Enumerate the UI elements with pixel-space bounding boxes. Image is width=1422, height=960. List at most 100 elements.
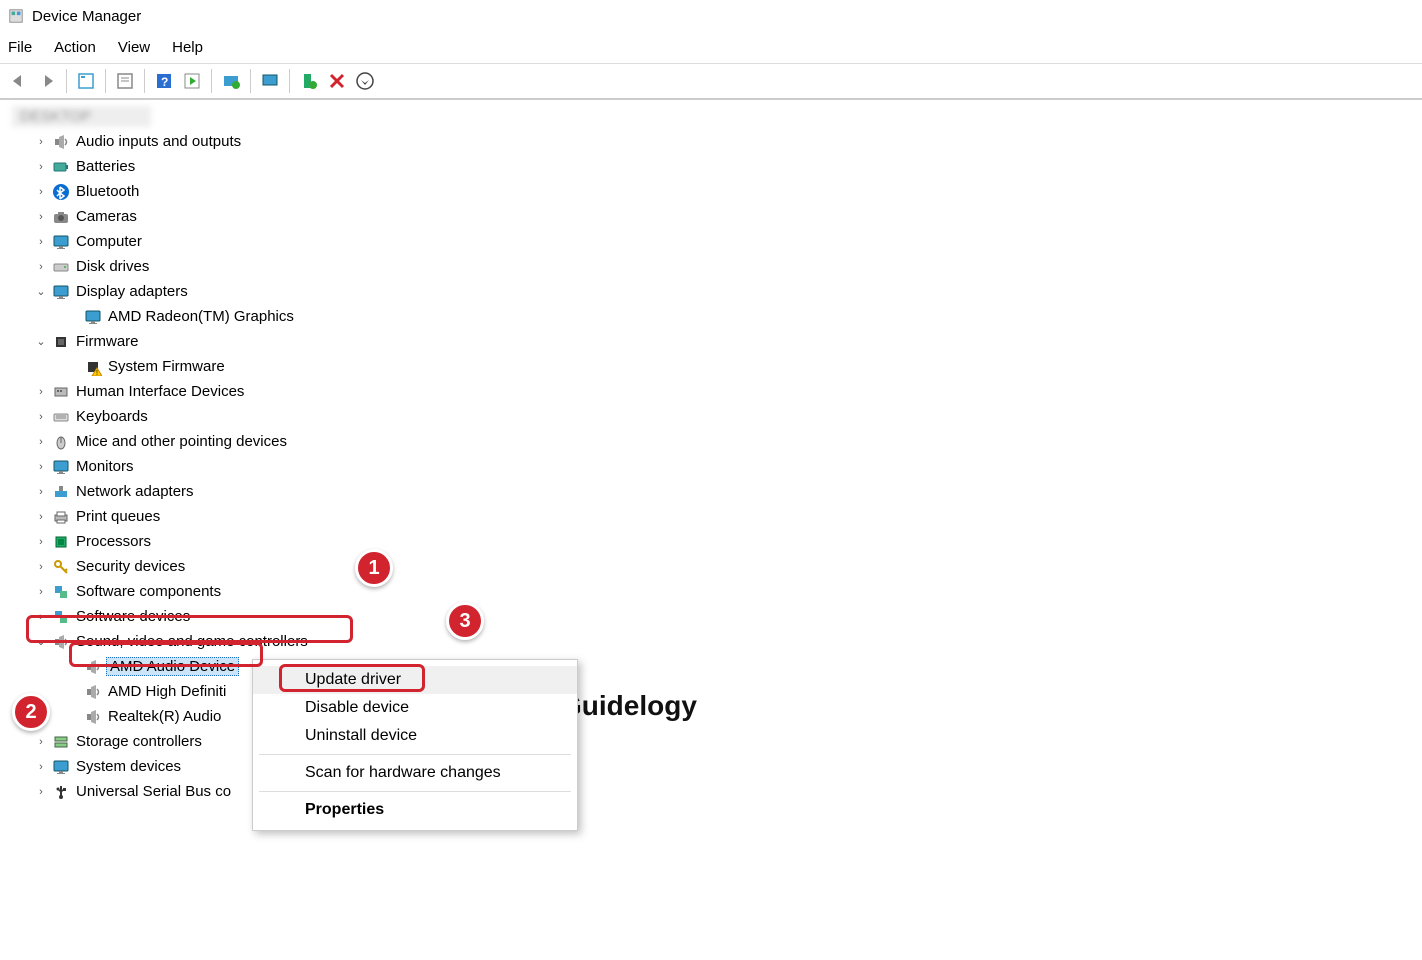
expand-arrow-icon[interactable]: › xyxy=(34,585,48,599)
tree-category-diskdrives[interactable]: › Disk drives xyxy=(0,254,1422,279)
tree-category-label: Network adapters xyxy=(74,483,196,500)
expand-arrow-icon[interactable]: › xyxy=(34,235,48,249)
tree-category-label: Keyboards xyxy=(74,408,150,425)
expand-arrow-icon[interactable]: › xyxy=(34,210,48,224)
window-title: Device Manager xyxy=(32,8,141,25)
tree-device-label: AMD High Definiti xyxy=(106,683,228,700)
expand-arrow-icon[interactable]: › xyxy=(34,410,48,424)
tree-device-amd-hd[interactable]: AMD High Definiti xyxy=(0,679,1422,704)
tree-device-label: Realtek(R) Audio xyxy=(106,708,223,725)
usb-icon xyxy=(52,783,70,801)
speaker-icon xyxy=(52,133,70,151)
toolbar-update-driver-icon[interactable] xyxy=(218,68,244,94)
tree-category-label: Software devices xyxy=(74,608,192,625)
tree-device-realtek[interactable]: Realtek(R) Audio xyxy=(0,704,1422,729)
toolbar-enable-icon[interactable] xyxy=(296,68,322,94)
expand-arrow-icon[interactable]: › xyxy=(34,610,48,624)
tree-category-mice[interactable]: › Mice and other pointing devices xyxy=(0,429,1422,454)
tree-category-label: Security devices xyxy=(74,558,187,575)
tree-category-processors[interactable]: ›Processors xyxy=(0,529,1422,554)
tree-category-label: Storage controllers xyxy=(74,733,204,750)
expand-arrow-icon[interactable]: › xyxy=(34,760,48,774)
context-menu-props[interactable]: Properties xyxy=(253,796,577,824)
expand-arrow-icon[interactable]: ⌄ xyxy=(34,635,48,649)
expand-arrow-icon[interactable]: › xyxy=(34,485,48,499)
tree-category-label: Human Interface Devices xyxy=(74,383,246,400)
expand-arrow-icon[interactable]: › xyxy=(34,560,48,574)
tree-category-display[interactable]: ⌄Display adapters xyxy=(0,279,1422,304)
expand-arrow-icon[interactable]: › xyxy=(34,735,48,749)
tree-device-label: System Firmware xyxy=(106,358,227,375)
tree-category-label: Computer xyxy=(74,233,144,250)
tree-category-swcomp[interactable]: › Software components xyxy=(0,579,1422,604)
annotation-badge-2: 2 xyxy=(12,693,50,731)
context-menu: Update driverDisable deviceUninstall dev… xyxy=(252,659,578,831)
toolbar-forward-icon[interactable] xyxy=(34,68,60,94)
network-icon xyxy=(52,483,70,501)
toolbar-help-icon[interactable]: ? xyxy=(151,68,177,94)
tree-category-label: Monitors xyxy=(74,458,136,475)
menu-view[interactable]: View xyxy=(118,39,150,56)
tree-device-amd-radeon[interactable]: AMD Radeon(TM) Graphics xyxy=(0,304,1422,329)
chip-warn-icon xyxy=(84,358,102,376)
tree-category-batteries[interactable]: ›Batteries xyxy=(0,154,1422,179)
toolbar-properties-icon[interactable] xyxy=(112,68,138,94)
tree-category-monitors[interactable]: › Monitors xyxy=(0,454,1422,479)
tree-category-computer[interactable]: › Computer xyxy=(0,229,1422,254)
tree-device-label: AMD Radeon(TM) Graphics xyxy=(106,308,296,325)
tree-category-sound[interactable]: ⌄Sound, video and game controllers xyxy=(0,629,1422,654)
menu-action[interactable]: Action xyxy=(54,39,96,56)
expand-arrow-icon[interactable]: › xyxy=(34,385,48,399)
root-computer-node[interactable]: DESKTOP xyxy=(12,106,151,127)
tree-category-label: Mice and other pointing devices xyxy=(74,433,289,450)
tree-category-label: Software components xyxy=(74,583,223,600)
tree-category-firmware[interactable]: ⌄ Firmware xyxy=(0,329,1422,354)
context-menu-update[interactable]: Update driver xyxy=(253,666,577,694)
tree-device-sysfw[interactable]: System Firmware xyxy=(0,354,1422,379)
expand-arrow-icon[interactable]: ⌄ xyxy=(34,285,48,299)
tree-category-usb[interactable]: ›Universal Serial Bus co xyxy=(0,779,1422,804)
tree-category-label: Disk drives xyxy=(74,258,151,275)
tree-area: DESKTOP ›Audio inputs and outputs›Batter… xyxy=(0,100,1422,804)
tree-category-label: Firmware xyxy=(74,333,141,350)
expand-arrow-icon[interactable]: › xyxy=(34,160,48,174)
tree-category-cameras[interactable]: › Cameras xyxy=(0,204,1422,229)
expand-arrow-icon[interactable]: › xyxy=(34,185,48,199)
menu-help[interactable]: Help xyxy=(172,39,203,56)
tree-category-network[interactable]: › Network adapters xyxy=(0,479,1422,504)
expand-arrow-icon[interactable]: › xyxy=(34,135,48,149)
expand-arrow-icon[interactable]: › xyxy=(34,435,48,449)
tree-category-bluetooth[interactable]: ›Bluetooth xyxy=(0,179,1422,204)
expand-arrow-icon[interactable]: › xyxy=(34,535,48,549)
mouse-icon xyxy=(52,433,70,451)
svg-text:?: ? xyxy=(161,75,168,89)
context-menu-scan[interactable]: Scan for hardware changes xyxy=(253,759,577,787)
toolbar-back-icon[interactable] xyxy=(6,68,32,94)
expand-arrow-icon[interactable]: ⌄ xyxy=(34,335,48,349)
key-icon xyxy=(52,558,70,576)
tree-device-amd-audio[interactable]: AMD Audio Device xyxy=(0,654,1422,679)
tree-category-swdev[interactable]: › Software devices xyxy=(0,604,1422,629)
context-menu-uninstall[interactable]: Uninstall device xyxy=(253,722,577,750)
toolbar-show-hidden-icon[interactable] xyxy=(73,68,99,94)
tree-device-label: AMD Audio Device xyxy=(106,657,239,676)
tree-category-storage[interactable]: › Storage controllers xyxy=(0,729,1422,754)
expand-arrow-icon[interactable]: › xyxy=(34,785,48,799)
tree-category-keyboards[interactable]: › Keyboards xyxy=(0,404,1422,429)
expand-arrow-icon[interactable]: › xyxy=(34,510,48,524)
toolbar-display-icon[interactable] xyxy=(257,68,283,94)
expand-arrow-icon[interactable]: › xyxy=(34,460,48,474)
tree-category-sysdev[interactable]: ›System devices xyxy=(0,754,1422,779)
tree-category-security[interactable]: › Security devices xyxy=(0,554,1422,579)
tree-category-label: Cameras xyxy=(74,208,139,225)
tree-category-audio-io[interactable]: ›Audio inputs and outputs xyxy=(0,129,1422,154)
tree-category-printq[interactable]: ›Print queues xyxy=(0,504,1422,529)
menu-file[interactable]: File xyxy=(8,39,32,56)
tree-category-hid[interactable]: › Human Interface Devices xyxy=(0,379,1422,404)
component-icon xyxy=(52,608,70,626)
toolbar-uninstall-icon[interactable] xyxy=(324,68,350,94)
context-menu-disable[interactable]: Disable device xyxy=(253,694,577,722)
expand-arrow-icon[interactable]: › xyxy=(34,260,48,274)
toolbar-scan-icon[interactable] xyxy=(179,68,205,94)
toolbar-install-icon[interactable] xyxy=(352,68,378,94)
